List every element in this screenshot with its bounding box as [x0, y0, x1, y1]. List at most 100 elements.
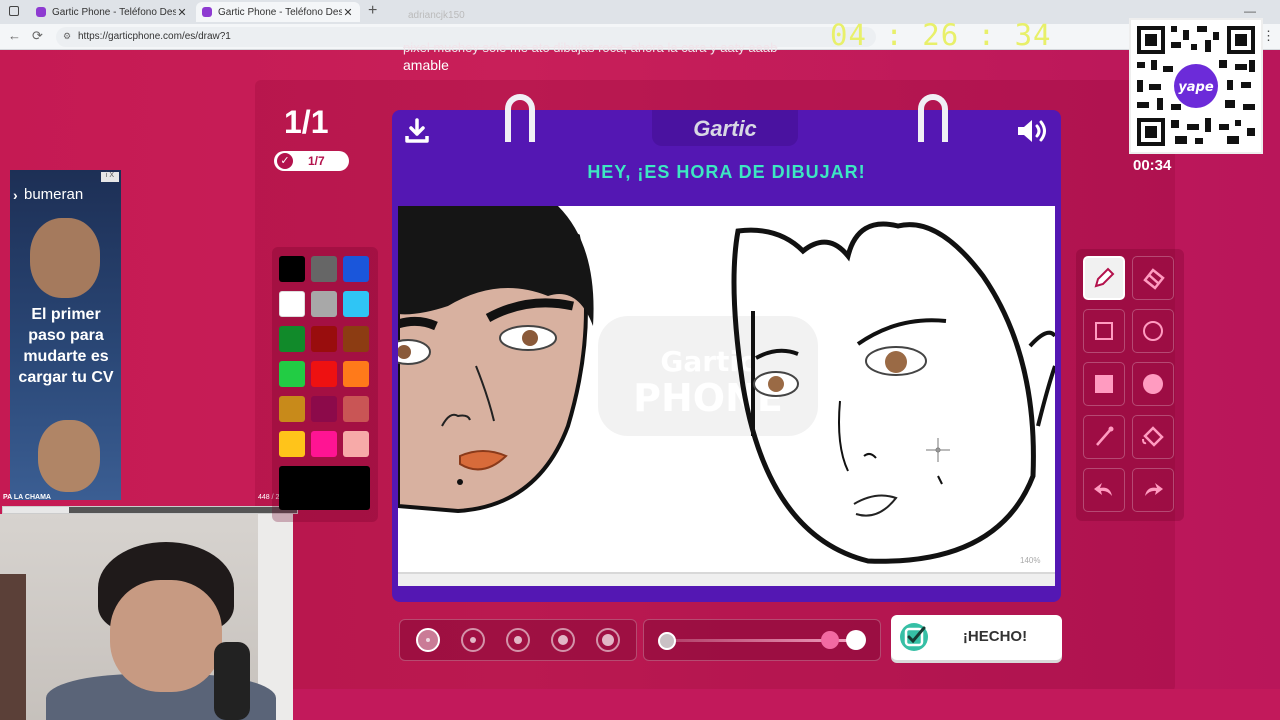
- drawing-canvas[interactable]: Gartic PHONE: [398, 206, 1055, 586]
- color-swatch[interactable]: [311, 396, 337, 422]
- tool-rectangle-filled[interactable]: [1083, 362, 1125, 406]
- color-swatch[interactable]: [311, 431, 337, 457]
- gartic-favicon-icon: [36, 7, 46, 17]
- color-swatch[interactable]: [279, 361, 305, 387]
- players-done-text: 1/7: [308, 154, 325, 168]
- tab-gartic-2[interactable]: Gartic Phone - Teléfono Descompuesto ✕: [196, 2, 360, 22]
- color-swatch[interactable]: [343, 326, 369, 352]
- tool-ellipse-outline[interactable]: [1132, 309, 1174, 353]
- square-outline-icon: [1095, 322, 1113, 340]
- brush-size-3[interactable]: [506, 628, 530, 652]
- webcam-person-face: [110, 580, 222, 692]
- tool-redo[interactable]: [1132, 468, 1174, 512]
- color-swatch[interactable]: [343, 361, 369, 387]
- brush-dot: [514, 636, 522, 644]
- qr-code: yape: [1129, 18, 1263, 154]
- ad-copy: El primer paso para mudarte es cargar tu…: [18, 306, 114, 386]
- color-swatch[interactable]: [311, 326, 337, 352]
- bumeran-logo-icon: ›: [13, 187, 18, 203]
- color-swatch[interactable]: [279, 256, 305, 282]
- url-text: https://garticphone.com/es/draw?1: [78, 31, 231, 42]
- color-swatch[interactable]: [343, 291, 369, 317]
- browser-menu-button[interactable]: ⋮: [1262, 28, 1275, 44]
- tab-close-icon[interactable]: ✕: [176, 6, 188, 19]
- tool-ellipse-filled[interactable]: [1132, 362, 1174, 406]
- tool-rectangle-outline[interactable]: [1083, 309, 1125, 353]
- color-swatch[interactable]: [311, 361, 337, 387]
- brush-dot: [426, 638, 430, 642]
- minimize-button[interactable]: —: [1244, 4, 1256, 18]
- color-swatch[interactable]: [311, 256, 337, 282]
- ad-brand: bumeran: [24, 186, 84, 203]
- browser-tab-bar: Gartic Phone - Teléfono Descompuesto ✕ G…: [0, 0, 1280, 24]
- tab-close-icon[interactable]: ✕: [342, 6, 354, 19]
- qr-code-image: yape: [1131, 20, 1261, 152]
- download-icon: [405, 118, 429, 143]
- site-info-icon[interactable]: ⚙: [63, 31, 71, 42]
- circle-outline-icon: [1143, 321, 1163, 341]
- stream-goal-bar: [2, 506, 298, 514]
- crosshair-cursor-icon: [926, 438, 950, 462]
- color-swatch[interactable]: [343, 431, 369, 457]
- drawing-strokes: Gartic PHONE: [398, 206, 1055, 564]
- window-menu-icon[interactable]: [9, 6, 19, 16]
- color-swatch[interactable]: [279, 291, 305, 317]
- chat-prompt-text: amable: [403, 57, 449, 73]
- tab-gartic-1[interactable]: Gartic Phone - Teléfono Descompuesto ✕: [30, 2, 194, 22]
- color-swatch[interactable]: [343, 256, 369, 282]
- opacity-max-dot: [846, 630, 866, 650]
- bucket-icon: [1142, 426, 1164, 447]
- redo-icon: [1145, 483, 1163, 496]
- brush-size-5[interactable]: [596, 628, 620, 652]
- color-swatch[interactable]: [311, 291, 337, 317]
- pencil-icon: [1094, 267, 1115, 288]
- tool-eraser[interactable]: [1132, 256, 1174, 300]
- brush-dot: [602, 634, 614, 646]
- download-button[interactable]: [404, 118, 430, 144]
- opacity-slider-knob[interactable]: [820, 631, 839, 649]
- color-swatch[interactable]: [343, 396, 369, 422]
- color-swatch[interactable]: [279, 431, 305, 457]
- color-swatch[interactable]: [279, 326, 305, 352]
- brush-size-4[interactable]: [551, 628, 575, 652]
- microphone-icon: [214, 642, 250, 720]
- canvas-base: [398, 572, 1055, 586]
- brush-size-2[interactable]: [461, 628, 485, 652]
- webcam-shelf: [0, 574, 26, 720]
- square-filled-icon: [1095, 375, 1113, 393]
- check-icon: ✓: [277, 153, 293, 169]
- ad-person-image-2: [38, 420, 100, 492]
- circle-filled-icon: [1143, 374, 1163, 394]
- round-counter: 1/1: [284, 104, 329, 140]
- gartic-logo: Gartic: [693, 116, 757, 141]
- zoom-label: 140%: [1020, 556, 1041, 565]
- tool-pencil[interactable]: [1083, 256, 1125, 300]
- tool-undo[interactable]: [1083, 468, 1125, 512]
- checkmark-icon: [900, 623, 928, 651]
- new-tab-button[interactable]: +: [368, 2, 377, 20]
- done-button[interactable]: ¡HECHO!: [891, 615, 1062, 660]
- opacity-min-dot: [658, 632, 676, 650]
- ad-choices-icon[interactable]: i X: [101, 172, 119, 182]
- tool-line[interactable]: [1083, 415, 1125, 459]
- line-icon: [1096, 426, 1114, 446]
- color-swatch[interactable]: [279, 396, 305, 422]
- current-color: [279, 466, 370, 510]
- eraser-icon: [1143, 268, 1165, 290]
- brush-dot: [558, 635, 568, 645]
- tool-fill[interactable]: [1132, 415, 1174, 459]
- brush-size-1[interactable]: [416, 628, 440, 652]
- tab-label: Gartic Phone - Teléfono Descompuesto: [52, 6, 176, 18]
- reload-button[interactable]: ⟳: [32, 28, 43, 44]
- sound-button[interactable]: [1016, 118, 1050, 144]
- qr-timer: 00:34: [1133, 157, 1172, 174]
- back-button[interactable]: ←: [8, 28, 21, 43]
- done-button-label: ¡HECHO!: [962, 628, 1028, 645]
- ad-person-image: [30, 218, 100, 298]
- svg-text:yape: yape: [1178, 80, 1214, 95]
- binder-ring-left: [505, 94, 535, 142]
- binder-ring-right: [918, 94, 948, 142]
- undo-icon: [1094, 483, 1112, 496]
- advertisement[interactable]: i X › bumeran El primer paso para mudart…: [10, 170, 121, 500]
- stream-goal-fill: [3, 507, 69, 513]
